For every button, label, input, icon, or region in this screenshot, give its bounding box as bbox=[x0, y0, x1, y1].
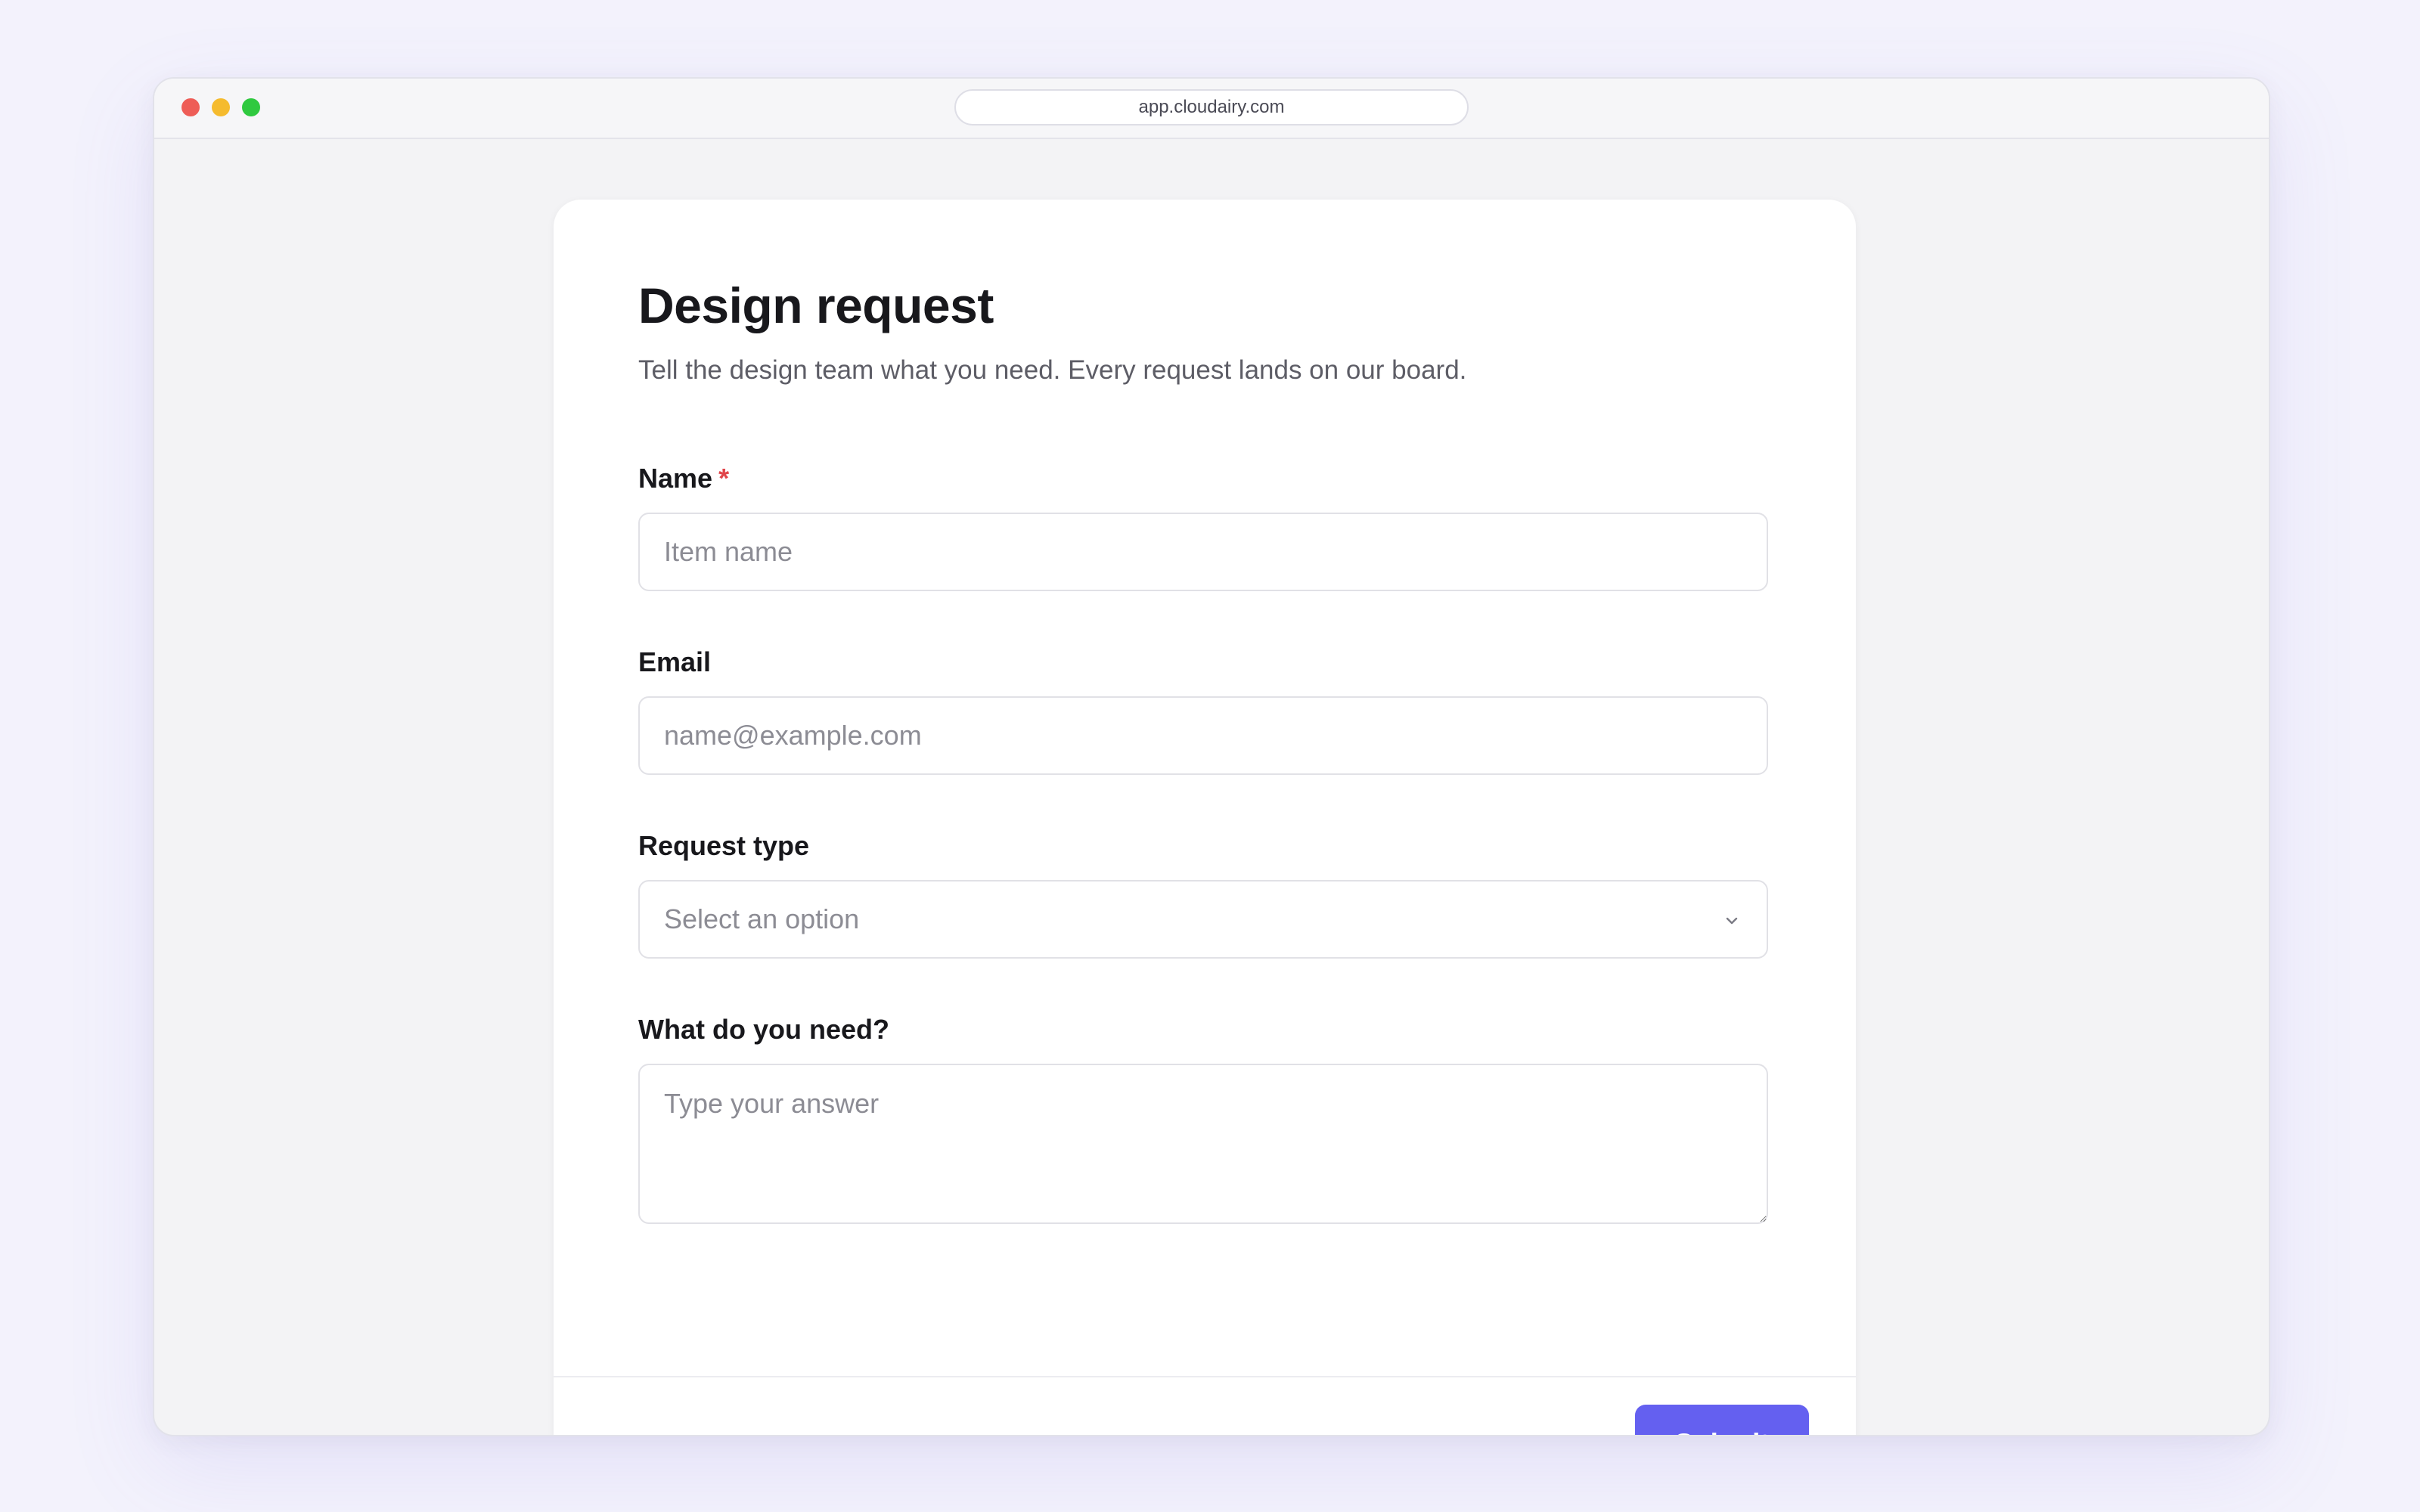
browser-window: app.cloudairy.com Design request Tell th… bbox=[153, 77, 2270, 1436]
minimize-window-button[interactable] bbox=[212, 98, 230, 116]
required-marker: * bbox=[718, 463, 730, 494]
request-type-label-text: Request type bbox=[638, 830, 810, 861]
need-textarea[interactable] bbox=[638, 1064, 1768, 1224]
address-bar[interactable]: app.cloudairy.com bbox=[954, 89, 1469, 125]
request-form-card: Design request Tell the design team what… bbox=[554, 200, 1856, 1435]
need-field-label: What do you need? bbox=[638, 1014, 889, 1046]
footer-divider bbox=[554, 1376, 1856, 1377]
request-type-select[interactable]: Select an option bbox=[638, 880, 1768, 959]
address-bar-url: app.cloudairy.com bbox=[1138, 97, 1285, 117]
form-subtitle: Tell the design team what you need. Ever… bbox=[638, 355, 1467, 385]
maximize-window-button[interactable] bbox=[242, 98, 260, 116]
submit-button[interactable]: Submit bbox=[1635, 1405, 1809, 1435]
browser-titlebar: app.cloudairy.com bbox=[154, 79, 2269, 139]
email-input[interactable] bbox=[638, 696, 1768, 775]
request-type-field-label: Request type bbox=[638, 830, 809, 862]
name-input[interactable] bbox=[638, 513, 1768, 591]
chevron-down-icon bbox=[1726, 917, 1738, 925]
name-field-label: Name * bbox=[638, 463, 729, 494]
close-window-button[interactable] bbox=[182, 98, 200, 116]
name-label-text: Name bbox=[638, 463, 713, 494]
form-title: Design request bbox=[638, 277, 994, 333]
email-field-label: Email bbox=[638, 646, 711, 678]
need-label-text: What do you need? bbox=[638, 1014, 889, 1045]
email-label-text: Email bbox=[638, 646, 712, 677]
request-type-placeholder: Select an option bbox=[664, 903, 860, 934]
